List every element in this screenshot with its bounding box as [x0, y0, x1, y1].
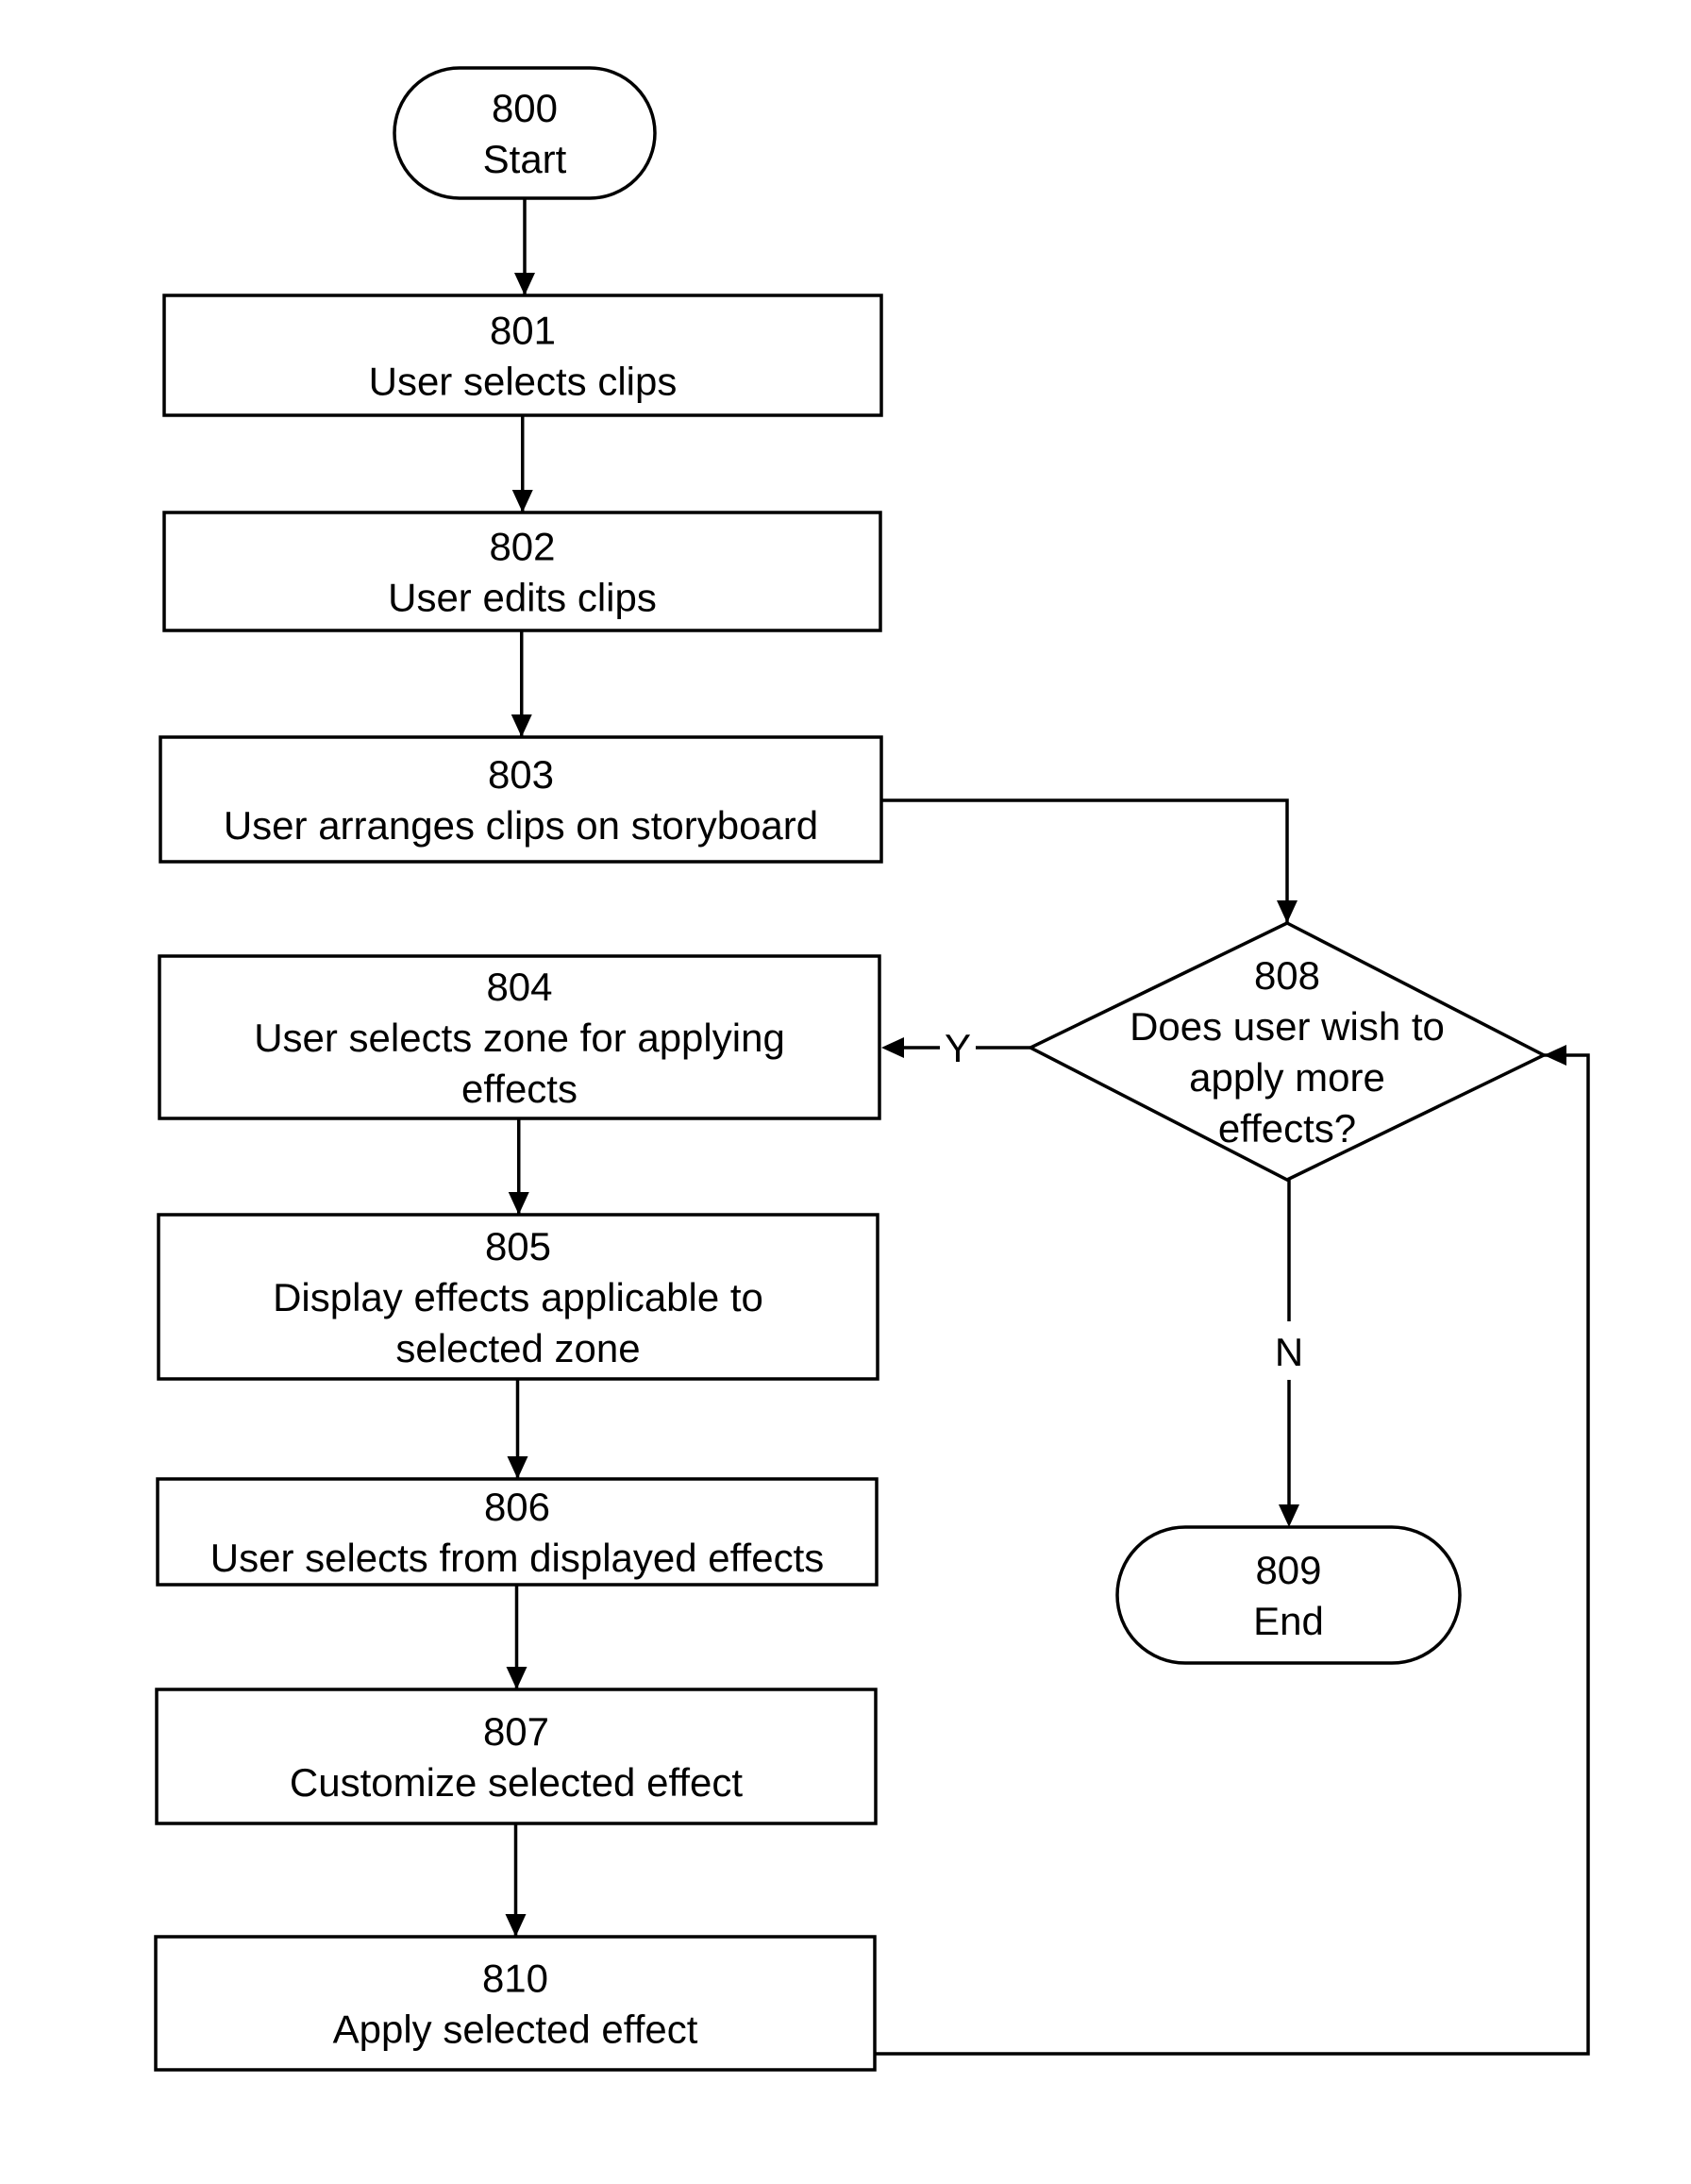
arrowhead-icon — [511, 490, 533, 512]
edge-801-to-802 — [511, 415, 533, 512]
node-label-line: Display effects applicable to — [273, 1275, 763, 1319]
arrowhead-icon — [508, 1192, 529, 1215]
edge-800-to-801 — [514, 198, 535, 295]
arrowhead-icon — [1279, 1504, 1299, 1527]
node-label-line: End — [1253, 1599, 1324, 1643]
node-number: 805 — [485, 1224, 551, 1268]
node-number: 800 — [492, 86, 558, 130]
node-label-line: User arranges clips on storyboard — [224, 803, 818, 848]
node-label-line: Start — [483, 137, 567, 181]
nodes-layer: 800 Start 801 User selects clips 802 User edi… — [154, 66, 1548, 2072]
flowchart: 800 Start 801 User selects clips 802 User edi… — [154, 66, 1590, 2072]
edge-807-to-810 — [505, 1823, 527, 1937]
edge-802-to-803 — [511, 630, 532, 737]
edge-804-to-805 — [508, 1118, 529, 1215]
node-number: 801 — [490, 309, 556, 353]
node-label-line: effects? — [1218, 1106, 1356, 1151]
node-800: 800 Start — [393, 66, 657, 200]
node-806: 806 User selects from displayed effects — [156, 1477, 879, 1587]
edge-label-no: N — [1275, 1330, 1303, 1374]
arrowhead-icon — [881, 1037, 904, 1058]
node-808: 808 Does user wish to apply more effects? — [1027, 921, 1548, 1182]
node-label-line: effects — [461, 1067, 578, 1111]
node-number: 809 — [1255, 1548, 1321, 1592]
edge-label-yes: Y — [945, 1026, 971, 1070]
node-801: 801 User selects clips — [162, 294, 883, 417]
arrowhead-icon — [507, 1456, 528, 1479]
edge-806-to-807 — [506, 1585, 527, 1689]
node-label-line: Does user wish to — [1130, 1004, 1445, 1049]
node-label-line: User edits clips — [388, 576, 657, 620]
arrowhead-icon — [514, 273, 535, 295]
node-label-line: selected zone — [395, 1326, 640, 1370]
node-number: 808 — [1254, 953, 1320, 998]
node-label-line: apply more — [1189, 1055, 1385, 1100]
node-number: 810 — [482, 1957, 548, 2001]
node-label-line: User selects from displayed effects — [210, 1536, 825, 1580]
node-number: 802 — [489, 525, 555, 569]
edge-line — [881, 798, 1289, 923]
node-807: 807 Customize selected effect — [155, 1688, 878, 1825]
node-label-line: User selects zone for applying — [254, 1016, 785, 1060]
arrowhead-icon — [511, 714, 532, 737]
node-805: 805 Display effects applicable to selected… — [157, 1213, 879, 1381]
node-810: 810 Apply selected effect — [154, 1935, 877, 2072]
arrowhead-icon — [1277, 900, 1298, 923]
node-label-line: User selects clips — [369, 360, 678, 404]
node-number: 806 — [484, 1485, 550, 1529]
node-804: 804 User selects zone for applying effects — [158, 954, 881, 1120]
edge-805-to-806 — [507, 1379, 528, 1479]
node-number: 803 — [488, 752, 554, 797]
node-number: 807 — [483, 1709, 549, 1754]
node-number: 804 — [486, 965, 552, 1009]
node-label-line: Customize selected effect — [290, 1760, 743, 1805]
arrowhead-icon — [505, 1914, 527, 1937]
edge-803-to-808 — [881, 798, 1298, 923]
node-803: 803 User arranges clips on storyboard — [159, 735, 883, 864]
arrowhead-icon — [506, 1667, 527, 1689]
node-802: 802 User edits clips — [162, 511, 882, 632]
node-809: 809 End — [1115, 1525, 1462, 1665]
node-label-line: Apply selected effect — [333, 2008, 698, 2052]
